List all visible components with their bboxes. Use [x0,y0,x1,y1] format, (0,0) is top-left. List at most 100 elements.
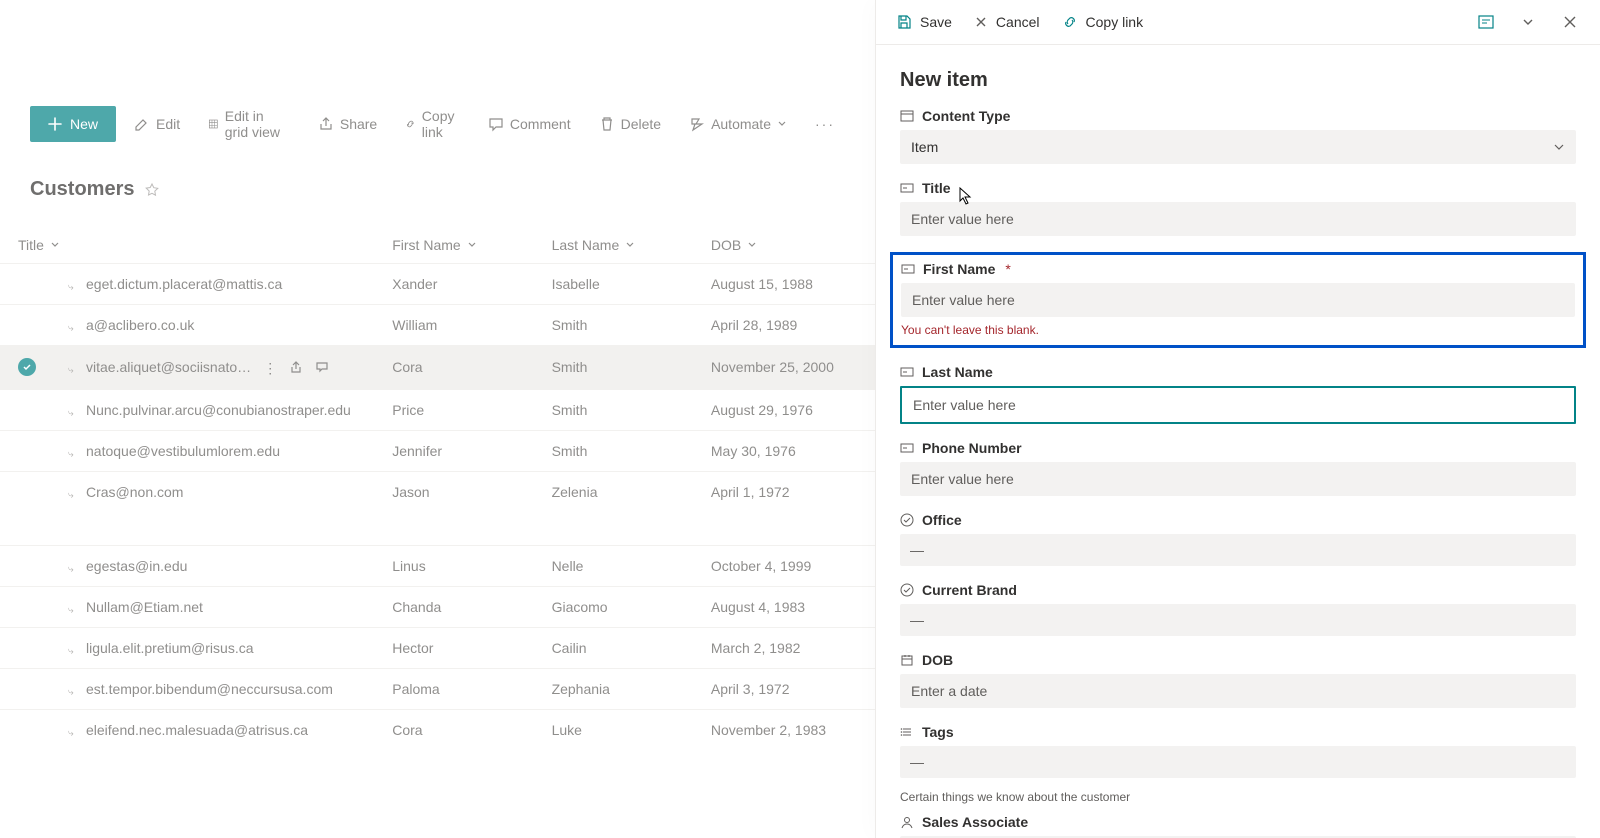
first-name-error: You can't leave this blank. [901,323,1575,337]
row-first-name: Xander [374,264,533,305]
row-dob: November 25, 2000 [693,346,875,390]
tags-helper-text: Certain things we know about the custome… [900,790,1576,804]
new-button-label: New [70,116,98,132]
table-row[interactable]: ⤷eget.dictum.placerat@mattis.caXanderIsa… [0,264,875,305]
text-field-icon [900,365,914,379]
row-last-name: Smith [534,305,693,346]
row-last-name: Giacomo [534,587,693,628]
row-first-name: Linus [374,546,533,587]
row-dob: May 30, 1976 [693,430,875,471]
column-title[interactable]: Title [18,237,60,253]
row-title: ligula.elit.pretium@risus.ca [86,640,254,656]
save-button[interactable]: Save [892,8,956,36]
new-item-panel: Save Cancel Copy link New item [875,0,1600,838]
row-first-name: Chanda [374,587,533,628]
sales-associate-label: Sales Associate [922,814,1028,830]
automate-button[interactable]: Automate [679,108,797,140]
row-last-name: Cailin [534,628,693,669]
text-field-icon [901,262,915,276]
first-name-input[interactable] [901,283,1575,317]
row-last-name: Smith [534,346,693,390]
table-row[interactable]: ⤷natoque@vestibulumlorem.eduJenniferSmit… [0,430,875,471]
tags-label: Tags [922,724,954,740]
last-name-label: Last Name [922,364,993,380]
phone-input[interactable] [900,462,1576,496]
command-bar: New Edit Edit in grid view Share Copy li… [0,20,875,148]
grid-view-button[interactable]: Edit in grid view [198,100,300,148]
row-title: eleifend.nec.malesuada@atrisus.ca [86,722,308,738]
table-row[interactable]: ⤷ligula.elit.pretium@risus.caHectorCaili… [0,628,875,669]
row-title: egestas@in.edu [86,558,187,574]
content-type-icon [900,109,914,123]
brand-select[interactable]: — [900,604,1576,636]
dob-input[interactable] [900,674,1576,708]
row-dob: August 4, 1983 [693,587,875,628]
office-label: Office [922,512,962,528]
table-row[interactable]: ⤷Cras@non.comJasonZeleniaApril 1, 1972 [0,471,875,512]
row-title: est.tempor.bibendum@neccursusa.com [86,681,333,697]
calendar-icon [900,653,914,667]
edit-form-icon[interactable] [1472,8,1500,36]
table-row[interactable]: ⤷vitae.aliquet@sociisnato…⋮CoraSmithNove… [0,346,875,390]
overflow-button[interactable]: ··· [805,108,845,140]
row-last-name: Smith [534,430,693,471]
row-share-icon[interactable] [289,360,303,377]
table-row[interactable]: ⤷egestas@in.eduLinusNelleOctober 4, 1999 [0,546,875,587]
title-field-label: Title [922,180,951,196]
list-main: New Edit Edit in grid view Share Copy li… [0,0,875,838]
row-last-name: Zephania [534,669,693,710]
new-button[interactable]: New [30,106,116,142]
table-row[interactable]: ⤷a@aclibero.co.ukWilliamSmithApril 28, 1… [0,305,875,346]
text-field-icon [900,181,914,195]
list-icon [900,725,914,739]
copy-link-button[interactable]: Copy link [395,100,470,148]
table-row[interactable]: ⤷Nullam@Etiam.netChandaGiacomoAugust 4, … [0,587,875,628]
brand-label: Current Brand [922,582,1017,598]
row-dob: November 2, 1983 [693,710,875,751]
delete-button[interactable]: Delete [589,108,671,140]
table-row[interactable]: ⤷eleifend.nec.malesuada@atrisus.caCoraLu… [0,710,875,751]
row-dob: April 3, 1972 [693,669,875,710]
panel-title: New item [900,69,1576,92]
share-button[interactable]: Share [308,108,387,140]
column-first-name[interactable]: First Name [392,237,476,253]
list-title: Customers [30,178,134,201]
last-name-input[interactable] [902,388,1574,422]
panel-copy-link-button[interactable]: Copy link [1058,8,1148,36]
close-icon[interactable] [1556,8,1584,36]
row-dob: March 2, 1982 [693,628,875,669]
row-last-name: Smith [534,389,693,430]
phone-label: Phone Number [922,440,1022,456]
title-input[interactable] [900,202,1576,236]
choice-icon [900,583,914,597]
person-icon [900,815,914,829]
column-last-name[interactable]: Last Name [552,237,636,253]
customers-table: Title First Name Last Name [0,227,875,750]
row-first-name: Price [374,389,533,430]
favorite-icon[interactable] [144,182,160,198]
content-type-label: Content Type [922,108,1010,124]
tags-select[interactable]: — [900,746,1576,778]
row-more-icon[interactable]: ⋮ [263,360,277,377]
row-dob: August 29, 1976 [693,389,875,430]
edit-button[interactable]: Edit [124,108,190,140]
row-dob: October 4, 1999 [693,546,875,587]
choice-icon [900,513,914,527]
office-select[interactable]: — [900,534,1576,566]
row-first-name: Jennifer [374,430,533,471]
form-dropdown[interactable] [1514,8,1542,36]
row-dob: April 1, 1972 [693,471,875,512]
row-title: vitae.aliquet@sociisnato… [86,359,251,375]
row-title: natoque@vestibulumlorem.edu [86,443,280,459]
comment-button[interactable]: Comment [478,108,581,140]
content-type-select[interactable]: Item [900,130,1576,164]
table-row[interactable]: ⤷Nunc.pulvinar.arcu@conubianostraper.edu… [0,389,875,430]
row-title: a@aclibero.co.uk [86,317,194,333]
row-comment-icon[interactable] [315,360,329,377]
cancel-button[interactable]: Cancel [970,8,1044,36]
table-row[interactable]: ⤷est.tempor.bibendum@neccursusa.comPalom… [0,669,875,710]
column-dob[interactable]: DOB [711,237,757,253]
row-title: Nunc.pulvinar.arcu@conubianostraper.edu [86,402,351,418]
row-dob: August 15, 1988 [693,264,875,305]
row-first-name: Hector [374,628,533,669]
